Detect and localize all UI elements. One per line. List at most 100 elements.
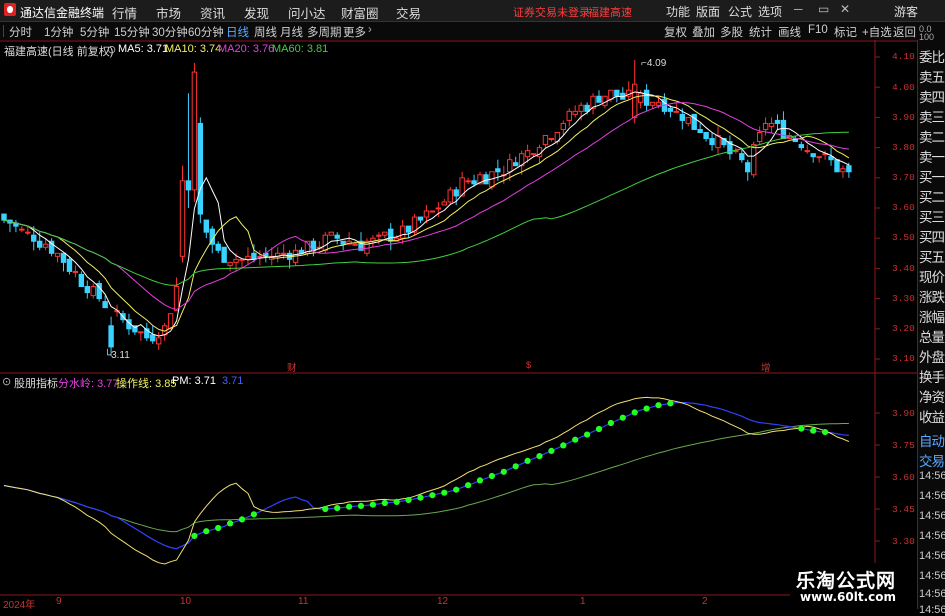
tab-5min[interactable]: 5分钟 xyxy=(80,24,109,40)
toolbar-stats[interactable]: 统计 xyxy=(749,24,772,40)
event-marker-increase[interactable]: 增 xyxy=(761,360,771,374)
event-marker-finance[interactable]: 财 xyxy=(287,360,297,374)
indicator-tick: 3.60 xyxy=(892,472,915,483)
time-axis-label: 12 xyxy=(437,596,449,607)
quote-field-label: 换手 xyxy=(919,370,945,385)
tab-multi-period[interactable]: 多周期 xyxy=(307,24,342,40)
toolbar-f10[interactable]: F10 xyxy=(808,24,828,36)
indicator-buy-dot xyxy=(798,425,805,432)
quote-field-label[interactable]: 自动 xyxy=(919,430,945,450)
candle-body xyxy=(203,219,210,233)
candle-body xyxy=(25,231,31,234)
time-axis-label: 11 xyxy=(298,596,309,607)
menu-options[interactable]: 选项 xyxy=(758,3,782,20)
candle-body xyxy=(423,210,430,218)
tab-weekly[interactable]: 周线 xyxy=(254,24,277,40)
toolbar-adjust[interactable]: 复权 xyxy=(664,24,687,40)
indicator-buy-dot xyxy=(810,427,817,434)
candle-body xyxy=(328,231,334,236)
tick-time-item: 14:56 xyxy=(919,530,945,542)
menu-trade[interactable]: 交易 xyxy=(396,3,421,22)
price-tick: 3.80 xyxy=(892,142,915,153)
toolbar-mark[interactable]: 标记 xyxy=(834,24,857,40)
toolbar-back[interactable]: 返回 xyxy=(893,24,916,40)
menu-ask-xiaoda[interactable]: 问小达 xyxy=(288,3,326,22)
tab-1min[interactable]: 1分钟 xyxy=(44,24,73,40)
indicator-extra-value: 3.71 xyxy=(222,375,244,387)
candle-body xyxy=(762,122,769,130)
tab-60min[interactable]: 60分钟 xyxy=(188,24,224,40)
candle-body xyxy=(138,331,144,334)
tab-intraday[interactable]: 分时 xyxy=(9,24,32,40)
maximize-icon[interactable]: ▭ xyxy=(818,2,829,16)
guest-button[interactable]: 游客 xyxy=(894,3,918,20)
tab-more[interactable]: 更多 xyxy=(343,24,366,40)
candle-body xyxy=(60,252,67,263)
toolbar-divider xyxy=(3,25,4,37)
trade-login-status[interactable]: 证券交易未登录 xyxy=(513,4,590,20)
minimize-icon[interactable]: ─ xyxy=(794,2,803,16)
candle-body xyxy=(334,234,340,239)
indicator-buy-dot xyxy=(619,414,626,421)
menu-discover[interactable]: 发现 xyxy=(244,3,269,22)
indicator-buy-dot xyxy=(191,532,198,539)
indicator-settings-icon[interactable]: ⊙ xyxy=(2,375,11,388)
toolbar-add-favorite[interactable]: +自选 xyxy=(862,24,892,40)
more-chevron-icon[interactable]: › xyxy=(368,24,372,36)
ma-settings-icon[interactable]: ⊙ xyxy=(107,43,116,56)
indicator-buy-dot xyxy=(536,453,543,460)
event-marker-dividend[interactable]: $ xyxy=(526,360,531,371)
stock-title: 福建高速(日线 前复权) xyxy=(4,46,114,58)
kline-chart[interactable] xyxy=(0,40,917,609)
menu-news[interactable]: 资讯 xyxy=(200,3,225,22)
candle-body xyxy=(697,128,703,134)
menu-layout[interactable]: 版面 xyxy=(696,3,720,20)
candle-body xyxy=(649,101,656,106)
price-tick: 3.20 xyxy=(892,323,915,334)
indicator-buy-dot xyxy=(441,489,448,496)
candle-body xyxy=(566,110,572,121)
menu-formula[interactable]: 公式 xyxy=(728,3,752,20)
candle-body xyxy=(768,122,775,127)
candle-body xyxy=(798,144,804,149)
candle-body xyxy=(54,252,61,257)
price-tick: 3.50 xyxy=(892,232,915,243)
candle-body xyxy=(530,153,537,156)
indicator-pm-value: PM: 3.71 xyxy=(172,375,217,387)
indicator-buy-dot xyxy=(465,482,472,489)
menu-functions[interactable]: 功能 xyxy=(666,3,690,20)
indicator-buy-dot xyxy=(238,516,246,523)
candle-body xyxy=(703,132,709,140)
toolbar-draw[interactable]: 画线 xyxy=(778,24,801,40)
tab-15min[interactable]: 15分钟 xyxy=(114,24,150,40)
indicator-buy-dot xyxy=(346,503,353,510)
indicator-buy-dot xyxy=(334,505,341,512)
toolbar-multi-stock[interactable]: 多股 xyxy=(720,24,743,40)
candle-body xyxy=(185,180,192,191)
low-price-label: └3.11 xyxy=(104,350,130,361)
indicator-buy-dot xyxy=(215,524,222,532)
menu-market[interactable]: 市场 xyxy=(156,3,181,22)
tab-daily[interactable]: 日线 xyxy=(226,24,249,40)
candle-body xyxy=(679,113,685,121)
close-icon[interactable]: ✕ xyxy=(840,2,850,16)
menu-wealth-circle[interactable]: 财富圈 xyxy=(341,3,379,22)
watermark-title: 乐淘公式网 xyxy=(796,570,897,592)
toolbar-overlay[interactable]: 叠加 xyxy=(692,24,715,40)
indicator-buy-dot xyxy=(227,520,234,527)
menu-quotes[interactable]: 行情 xyxy=(112,3,137,22)
candle-body xyxy=(108,325,114,348)
quote-field-label[interactable]: 交易 xyxy=(919,450,945,470)
tab-30min[interactable]: 30分钟 xyxy=(152,24,188,40)
candle-body xyxy=(756,132,763,143)
candle-body xyxy=(352,243,358,246)
quote-field-label: 买一 xyxy=(919,170,945,185)
ma20-value: MA20: 3.76 xyxy=(218,43,275,55)
candle-body xyxy=(548,138,555,141)
indicator-buy-dot xyxy=(524,457,531,464)
candle-body xyxy=(840,168,846,173)
tab-monthly[interactable]: 月线 xyxy=(280,24,303,40)
candle-body xyxy=(78,273,85,288)
quote-field-label: 涨幅 xyxy=(919,310,945,325)
candle-body xyxy=(173,286,180,312)
